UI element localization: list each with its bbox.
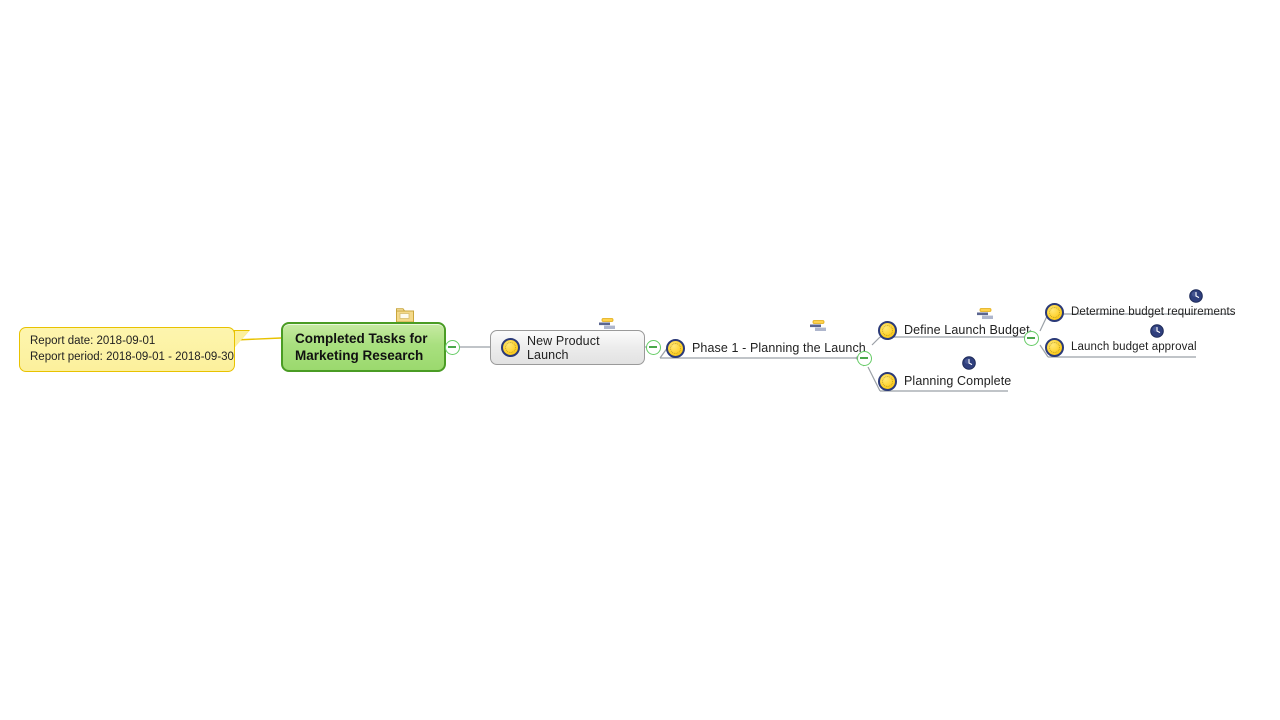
collapse-button-phase-1[interactable] — [857, 351, 872, 366]
task-bullet-icon — [666, 338, 685, 358]
collapse-button-define-launch-budget[interactable] — [1024, 331, 1039, 346]
callout-tail — [235, 331, 249, 347]
mindmap-canvas: Report date: 2018-09-01 Report period: 2… — [0, 0, 1280, 720]
folder-icon — [396, 308, 414, 323]
node-phase-1-label: Phase 1 - Planning the Launch — [692, 341, 866, 355]
root-node-label: Completed Tasks for Marketing Research — [295, 331, 428, 363]
report-period-text: Report period: 2018-09-01 - 2018-09-30 — [30, 351, 234, 363]
node-planning-complete-label: Planning Complete — [904, 374, 1012, 388]
node-new-product-launch[interactable]: New Product Launch — [490, 330, 645, 365]
node-determine-budget-requirements[interactable]: Determine budget requirements — [1045, 300, 1236, 324]
collapse-button-new-product-launch[interactable] — [646, 340, 661, 355]
task-bullet-icon — [878, 320, 897, 340]
report-info-callout: Report date: 2018-09-01 Report period: 2… — [19, 327, 235, 372]
clock-icon — [962, 356, 976, 370]
node-launch-budget-approval[interactable]: Launch budget approval — [1045, 335, 1197, 359]
node-define-launch-budget-label: Define Launch Budget — [904, 323, 1030, 337]
node-launch-budget-approval-label: Launch budget approval — [1071, 341, 1197, 353]
node-define-launch-budget[interactable]: Define Launch Budget — [878, 318, 1030, 342]
task-bullet-icon — [878, 371, 897, 391]
resource-assignment-icon — [810, 320, 826, 331]
report-date-text: Report date: 2018-09-01 — [30, 335, 156, 347]
task-bullet-icon — [1045, 337, 1064, 357]
collapse-button-root[interactable] — [445, 340, 460, 355]
node-phase-1[interactable]: Phase 1 - Planning the Launch — [666, 336, 866, 360]
node-determine-budget-requirements-label: Determine budget requirements — [1071, 306, 1236, 318]
root-node[interactable]: Completed Tasks for Marketing Research — [281, 322, 446, 372]
task-bullet-icon — [501, 338, 520, 357]
task-bullet-icon — [1045, 302, 1064, 322]
node-new-product-launch-label: New Product Launch — [527, 333, 600, 362]
node-planning-complete[interactable]: Planning Complete — [878, 369, 1011, 393]
